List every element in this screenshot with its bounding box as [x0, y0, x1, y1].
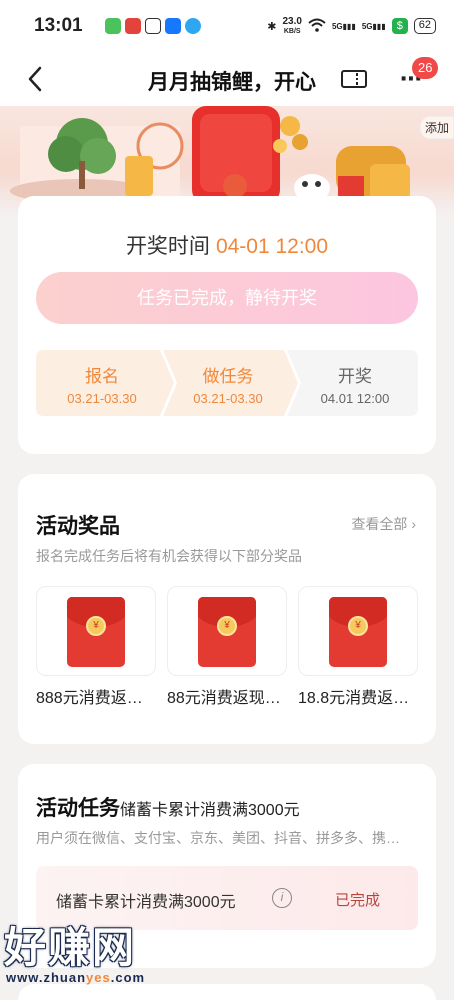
wifi-icon [308, 18, 326, 35]
status-bar: 13:01 ✱ 23.0 KB/S 5G▮▮▮ 5G▮▮▮ $ 62 [0, 0, 454, 52]
view-all-link[interactable]: 查看全部 › [351, 514, 416, 534]
prize-card[interactable]: ¥ [298, 586, 418, 676]
progress-steps: 报名 03.21-03.30 做任务 03.21-03.30 开奖 04.01 … [36, 350, 418, 416]
red-envelope-icon: ¥ [198, 597, 256, 667]
ticket-icon[interactable] [340, 68, 368, 90]
draw-card: 开奖时间 04-01 12:00 任务已完成，静待开奖 报名 03.21-03.3… [18, 196, 436, 454]
notification-badge: 26 [412, 57, 439, 79]
task-item-status: 已完成 [334, 892, 380, 909]
signal-icon-1: 5G▮▮▮ [331, 21, 356, 31]
tasks-subtitle: 用户须在微信、支付宝、京东、美团、抖音、拼多多、携… [36, 830, 400, 846]
tasks-title: 活动任务储蓄卡累计消费满3000元 [36, 797, 300, 820]
nav-bar: 月月抽锦鲤，开心 ⋯ 26 [0, 52, 454, 106]
task-item-text: 储蓄卡累计消费满3000元 [56, 894, 236, 911]
draw-time-value: 04-01 12:00 [215, 235, 329, 258]
prize-name: 88元消费返现… [167, 690, 281, 707]
back-arrow-icon[interactable] [24, 65, 48, 93]
draw-time-label: 开奖时间 [125, 235, 210, 258]
status-time: 13:01 [34, 15, 83, 36]
prize-card[interactable]: ¥ [167, 586, 287, 676]
prize-name: 888元消费返… [36, 690, 143, 707]
prizes-title: 活动奖品 [36, 515, 120, 538]
step-draw: 开奖 04.01 12:00 [320, 367, 390, 406]
signal-icon-2: 5G▮▮▮ [361, 21, 386, 31]
qq-icon [184, 18, 201, 34]
chevron-right-icon: › [411, 516, 416, 532]
tasks-title-detail: 储蓄卡累计消费满3000元 [120, 802, 300, 819]
add-button[interactable]: 添加 [419, 116, 454, 139]
prize-card[interactable]: ¥ [36, 586, 156, 676]
status-right: ✱ 23.0 KB/S 5G▮▮▮ 5G▮▮▮ $ 62 [267, 15, 436, 36]
red-envelope-icon: ¥ [329, 597, 387, 667]
alipay-icon [164, 18, 181, 34]
info-icon[interactable]: i [272, 888, 292, 908]
notification-icons [104, 18, 201, 34]
security-icon: $ [391, 18, 408, 34]
red-envelope-icon: ¥ [67, 597, 125, 667]
page-title: 月月抽锦鲤，开心 [148, 71, 316, 94]
news-app-icon [124, 18, 141, 34]
watermark: 好赚网 www.zhuanyes.com [0, 914, 200, 994]
bluetooth-icon: ✱ [267, 20, 277, 33]
draw-time: 开奖时间 04-01 12:00 [18, 230, 436, 260]
watermark-url: www.zhuanyes.com [6, 970, 146, 985]
net-speed: 23.0 KB/S [282, 15, 302, 35]
prize-name: 18.8元消费返… [298, 690, 410, 707]
battery-indicator: 62 [413, 18, 436, 34]
step-task: 做任务 03.21-03.30 [193, 367, 263, 406]
prizes-subtitle: 报名完成任务后将有机会获得以下部分奖品 [36, 548, 302, 564]
prizes-card: 活动奖品 查看全部 › 报名完成任务后将有机会获得以下部分奖品 ¥ 888元消费… [18, 474, 436, 744]
messages-icon [104, 18, 121, 34]
task-status-button[interactable]: 任务已完成，静待开奖 [36, 272, 418, 324]
watermark-text: 好赚网 [4, 924, 137, 971]
step-signup: 报名 03.21-03.30 [67, 367, 137, 406]
wechat-icon [144, 18, 161, 34]
